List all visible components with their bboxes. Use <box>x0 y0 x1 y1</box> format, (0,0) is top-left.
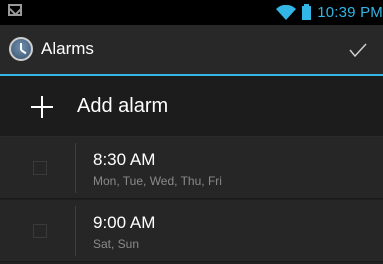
status-indicators: 10:39 PM <box>276 0 383 25</box>
divider <box>75 143 76 193</box>
alarm-enable-checkbox[interactable] <box>33 161 47 175</box>
wifi-icon <box>276 4 297 20</box>
mail-notification-icon <box>8 4 22 16</box>
alarm-item[interactable]: 9:00 AM Sat, Sun <box>0 200 383 262</box>
done-button[interactable] <box>333 25 383 74</box>
plus-icon <box>31 96 53 118</box>
status-bar: 10:39 PM <box>0 0 383 25</box>
divider <box>75 206 76 256</box>
alarm-days: Sat, Sun <box>93 237 140 251</box>
alarm-enable-checkbox[interactable] <box>33 224 47 238</box>
status-time: 10:39 PM <box>317 4 383 21</box>
alarm-item[interactable]: 8:30 AM Mon, Tue, Wed, Thu, Fri <box>0 137 383 199</box>
alarm-clock-icon[interactable] <box>9 37 33 61</box>
add-alarm-label: Add alarm <box>77 95 169 117</box>
action-bar: Alarms <box>0 25 383 76</box>
alarm-time: 8:30 AM <box>93 150 156 169</box>
add-alarm-button[interactable]: Add alarm <box>0 76 383 137</box>
alarm-days: Mon, Tue, Wed, Thu, Fri <box>93 174 222 188</box>
alarm-time: 9:00 AM <box>93 213 156 232</box>
page-title[interactable]: Alarms <box>41 36 94 62</box>
battery-icon <box>302 3 312 20</box>
check-icon <box>349 42 367 57</box>
